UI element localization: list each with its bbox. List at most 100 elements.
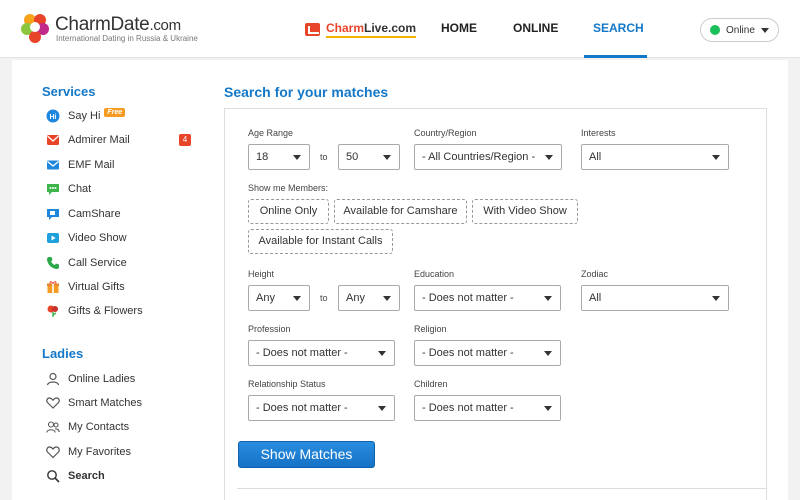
- filter-instant-calls[interactable]: Available for Instant Calls: [248, 229, 393, 254]
- camshare-icon: [47, 209, 59, 220]
- sidebar-item-my-favorites[interactable]: My Favorites: [46, 443, 131, 461]
- age-to-select[interactable]: 50: [338, 144, 400, 170]
- sidebar-item-call-service[interactable]: Call Service: [46, 254, 127, 272]
- sidebar-item-label: Gifts & Flowers: [68, 305, 143, 317]
- filter-camshare[interactable]: Available for Camshare: [334, 199, 467, 224]
- charmlive-icon: [305, 22, 320, 36]
- nav-home[interactable]: HOME: [441, 21, 477, 35]
- sidebar-item-camshare[interactable]: CamShare: [46, 205, 121, 223]
- services-heading: Services: [42, 84, 96, 99]
- heart-icon: [46, 446, 60, 459]
- sidebar-item-label: Call Service: [68, 257, 127, 269]
- charmlive-label: CharmLive.com: [326, 21, 417, 38]
- flower-icon: [47, 305, 58, 317]
- divider: [237, 488, 766, 489]
- ladies-heading: Ladies: [42, 346, 84, 361]
- sidebar-item-label: Video Show: [68, 232, 127, 244]
- age-range-label: Age Range: [248, 128, 294, 138]
- sidebar-item-smart-matches[interactable]: Smart Matches: [46, 394, 142, 412]
- interests-label: Interests: [581, 128, 616, 138]
- zodiac-label: Zodiac: [581, 269, 609, 279]
- charmlive-link[interactable]: CharmLive.com: [305, 20, 417, 38]
- chevron-down-icon: [378, 406, 386, 411]
- sidebar-item-online-ladies[interactable]: Online Ladies: [46, 370, 135, 388]
- children-label: Children: [414, 379, 448, 389]
- online-status-label: Online: [726, 24, 755, 36]
- height-to-select[interactable]: Any: [338, 285, 400, 311]
- chevron-down-icon: [383, 296, 391, 301]
- sidebar-item-admirer-mail[interactable]: Admirer Mail: [46, 131, 130, 149]
- nav-active-indicator: [584, 55, 647, 58]
- admirer-mail-count-badge: 4: [179, 134, 191, 146]
- age-from-select[interactable]: 18: [248, 144, 310, 170]
- sidebar-item-label: Chat: [68, 183, 92, 195]
- contacts-icon: [46, 421, 60, 433]
- country-label: Country/Region: [414, 128, 477, 138]
- profession-select[interactable]: - Does not matter -: [248, 340, 395, 366]
- search-icon: [47, 470, 60, 483]
- logo-tagline: International Dating in Russia & Ukraine: [56, 34, 198, 43]
- sidebar-item-label: Say Hi: [68, 110, 101, 122]
- sidebar-item-emf-mail[interactable]: EMF Mail: [46, 156, 114, 174]
- education-select[interactable]: - Does not matter -: [414, 285, 561, 311]
- video-show-icon: [47, 233, 59, 243]
- chevron-down-icon: [544, 351, 552, 356]
- filter-video-show[interactable]: With Video Show: [472, 199, 578, 224]
- religion-select[interactable]: - Does not matter -: [414, 340, 561, 366]
- sidebar-item-chat[interactable]: Chat: [46, 180, 91, 198]
- say-hi-icon: Hi: [46, 109, 60, 123]
- children-select[interactable]: - Does not matter -: [414, 395, 561, 421]
- charmdate-logo-icon[interactable]: [20, 12, 50, 44]
- sidebar-item-label: CamShare: [68, 208, 121, 220]
- sidebar-item-label: EMF Mail: [68, 159, 115, 171]
- interests-select[interactable]: All: [581, 144, 729, 170]
- chevron-down-icon: [378, 351, 386, 356]
- chevron-down-icon: [293, 296, 301, 301]
- sidebar-item-label: Smart Matches: [68, 397, 142, 409]
- nav-search[interactable]: SEARCH: [593, 21, 644, 35]
- free-badge: Free: [104, 107, 126, 117]
- height-from-select[interactable]: Any: [248, 285, 310, 311]
- sidebar-item-video-show[interactable]: Video Show: [46, 229, 127, 247]
- hearts-icon: [46, 397, 60, 409]
- sidebar-item-label: My Contacts: [68, 421, 130, 433]
- online-status-dot: [710, 25, 720, 35]
- top-header: CharmDate.com International Dating in Ru…: [0, 0, 800, 58]
- profession-label: Profession: [248, 324, 291, 334]
- age-to-label: to: [320, 152, 328, 162]
- chevron-down-icon: [761, 28, 769, 33]
- height-to-label: to: [320, 293, 328, 303]
- phone-icon: [47, 257, 59, 269]
- sidebar-item-label: Online Ladies: [68, 373, 136, 385]
- zodiac-select[interactable]: All: [581, 285, 729, 311]
- online-status-dropdown[interactable]: Online: [700, 18, 779, 42]
- height-label: Height: [248, 269, 275, 279]
- chat-icon: [47, 184, 59, 195]
- nav-online[interactable]: ONLINE: [513, 21, 558, 35]
- sidebar-item-search[interactable]: Search: [46, 467, 105, 485]
- page-title: Search for your matches: [224, 84, 389, 100]
- chevron-down-icon: [544, 406, 552, 411]
- sidebar-item-virtual-gifts[interactable]: Virtual Gifts: [46, 278, 125, 296]
- user-icon: [46, 372, 60, 386]
- svg-text:Hi: Hi: [50, 114, 57, 121]
- chevron-down-icon: [383, 155, 391, 160]
- religion-label: Religion: [414, 324, 447, 334]
- education-label: Education: [414, 269, 455, 279]
- relationship-select[interactable]: - Does not matter -: [248, 395, 395, 421]
- chevron-down-icon: [293, 155, 301, 160]
- filter-online-only[interactable]: Online Only: [248, 199, 329, 224]
- logo-text[interactable]: CharmDate.com: [55, 14, 181, 36]
- emf-mail-icon: [47, 160, 59, 170]
- sidebar-item-label: My Favorites: [68, 446, 131, 458]
- sidebar-item-label: Search: [68, 470, 105, 482]
- sidebar-item-my-contacts[interactable]: My Contacts: [46, 418, 129, 436]
- sidebar-item-gifts-flowers[interactable]: Gifts & Flowers: [46, 302, 143, 320]
- relationship-label: Relationship Status: [248, 379, 326, 389]
- sidebar-item-say-hi[interactable]: Hi Say Hi Free: [46, 107, 126, 125]
- chevron-down-icon: [545, 155, 553, 160]
- chevron-down-icon: [712, 155, 720, 160]
- show-matches-button[interactable]: Show Matches: [238, 441, 375, 468]
- show-members-label: Show me Members:: [248, 183, 329, 193]
- country-select[interactable]: - All Countries/Region -: [414, 144, 562, 170]
